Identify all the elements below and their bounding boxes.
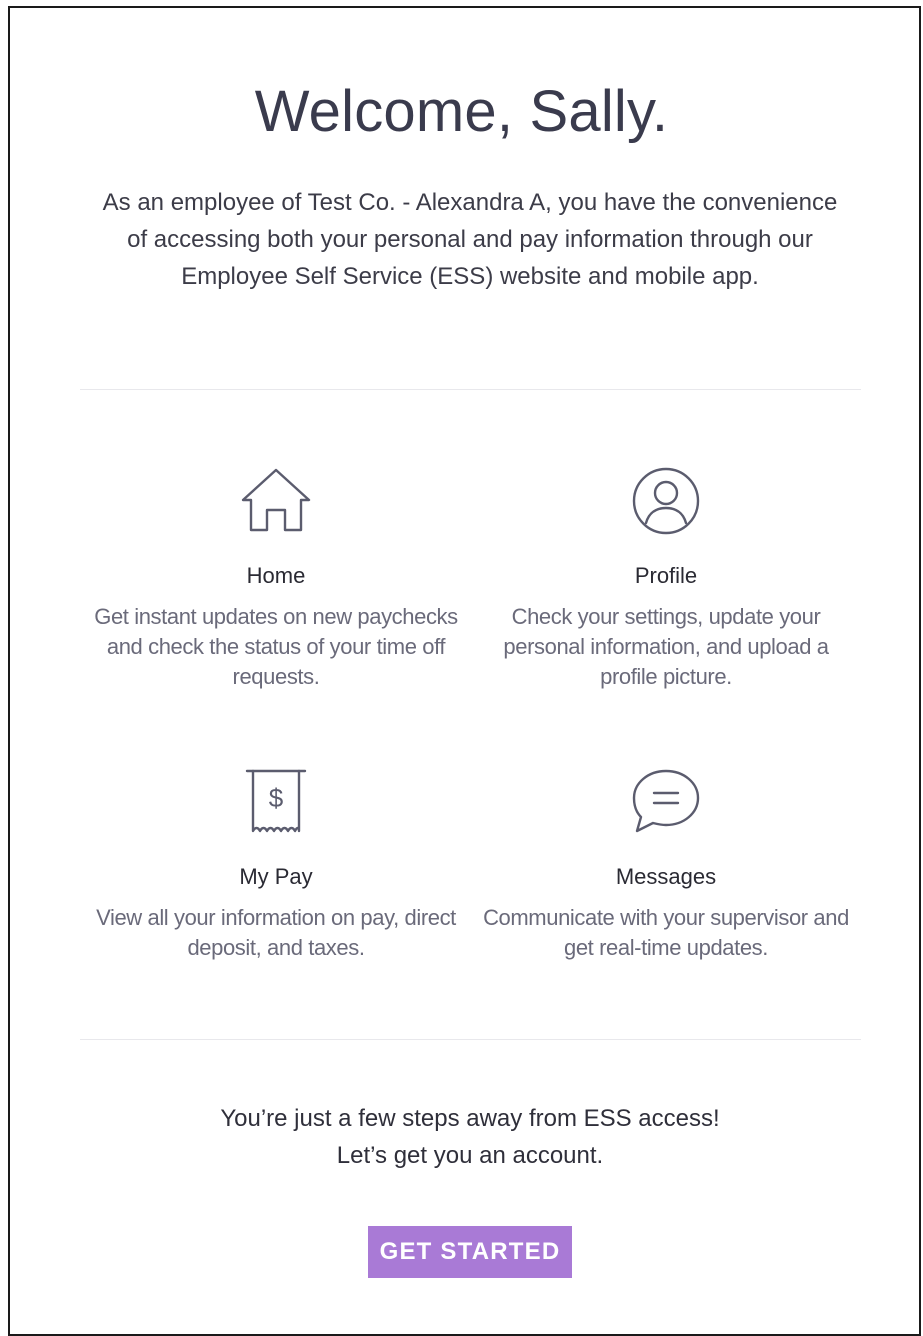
divider-top: [80, 389, 861, 390]
get-started-button[interactable]: GET STARTED: [368, 1226, 572, 1278]
feature-description: View all your information on pay, direct…: [96, 905, 456, 960]
chat-bubble-icon: [629, 765, 703, 839]
feature-messages: Messages Communicate with your superviso…: [476, 765, 856, 963]
feature-description: Get instant updates on new paychecks and…: [94, 604, 458, 689]
cta-line-2: Let’s get you an account.: [336, 1142, 604, 1169]
feature-home: Home Get instant updates on new paycheck…: [86, 464, 466, 692]
feature-title: My Pay: [239, 864, 313, 889]
receipt-dollar-icon: $: [239, 765, 313, 839]
feature-title: Profile: [634, 563, 698, 588]
user-circle-icon: [629, 464, 703, 538]
feature-description: Communicate with your supervisor and get…: [483, 905, 849, 960]
feature-my-pay: $ My Pay View all your information on pa…: [86, 765, 466, 963]
divider-bottom: [80, 1039, 861, 1040]
feature-description: Check your settings, update your persona…: [503, 604, 829, 689]
feature-profile: Profile Check your settings, update your…: [476, 464, 856, 692]
feature-title: Messages: [615, 864, 717, 889]
cta-message: You’re just a few steps away from ESS ac…: [100, 1100, 840, 1174]
feature-title: Home: [246, 563, 306, 588]
svg-text:$: $: [269, 783, 284, 813]
cta-line-1: You’re just a few steps away from ESS ac…: [220, 1105, 720, 1132]
page-title: Welcome, Sally.: [254, 79, 669, 144]
home-icon: [239, 464, 313, 538]
intro-text: As an employee of Test Co. - Alexandra A…: [102, 189, 838, 290]
